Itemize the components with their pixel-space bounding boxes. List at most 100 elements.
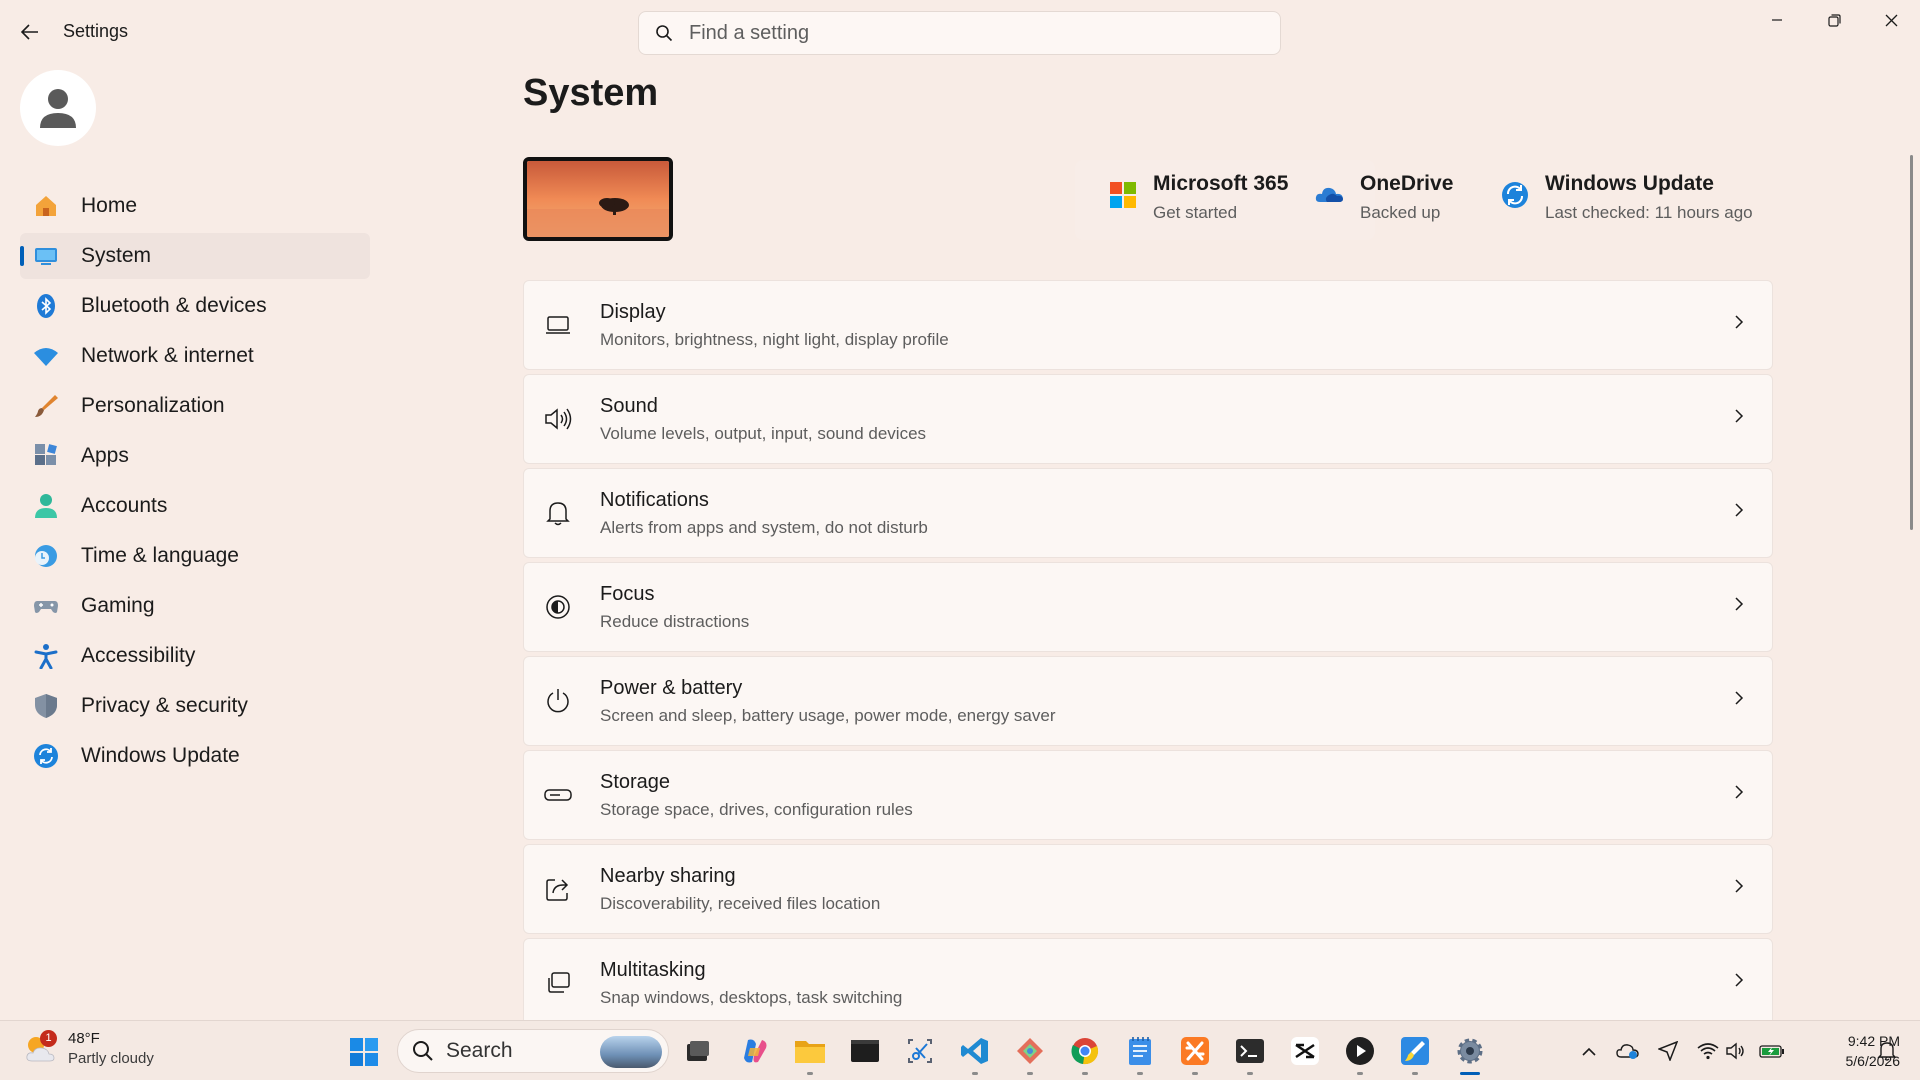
notepad-icon bbox=[1129, 1037, 1151, 1065]
setting-display[interactable]: Display Monitors, brightness, night light… bbox=[523, 280, 1773, 370]
sidebar-item-accounts[interactable]: Accounts bbox=[20, 483, 370, 529]
close-button[interactable] bbox=[1863, 0, 1919, 40]
sidebar-item-gaming[interactable]: Gaming bbox=[20, 583, 370, 629]
restore-button[interactable] bbox=[1806, 0, 1862, 40]
tray-notifications[interactable] bbox=[1874, 1039, 1900, 1063]
windows-update-icon bbox=[1502, 182, 1528, 208]
speaker-icon bbox=[544, 405, 572, 433]
apps-icon bbox=[33, 443, 59, 469]
taskbar-capcut[interactable] bbox=[1287, 1033, 1323, 1069]
start-button[interactable] bbox=[349, 1037, 379, 1067]
setting-focus[interactable]: Focus Reduce distractions bbox=[523, 562, 1773, 652]
taskbar-paint[interactable] bbox=[1397, 1033, 1433, 1075]
multitasking-icon bbox=[544, 969, 572, 997]
weather-widget[interactable]: 1 48°F Partly cloudy bbox=[22, 1029, 154, 1069]
sidebar-item-bluetooth[interactable]: Bluetooth & devices bbox=[20, 283, 370, 329]
setting-subtitle: Volume levels, output, input, sound devi… bbox=[600, 423, 927, 443]
chevron-right-icon bbox=[1735, 409, 1744, 423]
search-box[interactable] bbox=[638, 11, 1281, 55]
back-button[interactable] bbox=[18, 20, 42, 44]
taskbar-notepad[interactable] bbox=[1122, 1033, 1158, 1075]
sidebar-item-network[interactable]: Network & internet bbox=[20, 333, 370, 379]
notification-bell-icon bbox=[1877, 1042, 1897, 1061]
xampp-icon bbox=[1181, 1037, 1209, 1065]
onedrive-link[interactable]: OneDrive Backed up bbox=[1315, 172, 1453, 223]
sidebar-item-personalization[interactable]: Personalization bbox=[20, 383, 370, 429]
setting-title: Sound bbox=[600, 394, 658, 417]
taskbar-xampp[interactable] bbox=[1177, 1033, 1213, 1075]
settings-gear-icon bbox=[1457, 1038, 1483, 1064]
service-title: Windows Update bbox=[1545, 172, 1714, 195]
taskbar-settings[interactable] bbox=[1452, 1033, 1488, 1075]
media-player-icon bbox=[1346, 1037, 1374, 1065]
settings-list: Display Monitors, brightness, night light… bbox=[523, 280, 1773, 1032]
taskbar-chrome[interactable] bbox=[1067, 1033, 1103, 1075]
search-highlight-image bbox=[600, 1036, 662, 1068]
microsoft-365-link[interactable]: Microsoft 365 Get started bbox=[1108, 172, 1288, 223]
chevron-up-icon bbox=[1582, 1047, 1596, 1056]
chevron-right-icon bbox=[1735, 973, 1744, 987]
weather-badge: 1 bbox=[40, 1030, 57, 1047]
setting-subtitle: Storage space, drives, configuration rul… bbox=[600, 799, 913, 819]
storage-icon bbox=[544, 781, 572, 809]
bluetooth-icon bbox=[33, 293, 59, 319]
sidebar-item-time-language[interactable]: Time & language bbox=[20, 533, 370, 579]
wallpaper-image bbox=[527, 161, 669, 237]
sidebar-item-privacy[interactable]: Privacy & security bbox=[20, 683, 370, 729]
display-icon bbox=[544, 311, 572, 339]
setting-notifications[interactable]: Notifications Alerts from apps and system… bbox=[523, 468, 1773, 558]
page-title: System bbox=[523, 72, 659, 114]
battery-charging-icon bbox=[1759, 1045, 1784, 1058]
setting-title: Display bbox=[600, 300, 666, 323]
tray-battery[interactable] bbox=[1759, 1039, 1785, 1063]
taskbar-snipping-tool[interactable] bbox=[902, 1033, 938, 1069]
windows-logo-icon bbox=[350, 1038, 378, 1066]
chevron-right-icon bbox=[1735, 785, 1744, 799]
accessibility-icon bbox=[33, 643, 59, 669]
minimize-button[interactable] bbox=[1749, 0, 1805, 40]
home-icon bbox=[33, 193, 59, 219]
user-avatar[interactable] bbox=[20, 70, 96, 146]
tray-volume[interactable] bbox=[1723, 1039, 1749, 1063]
tray-wifi[interactable] bbox=[1695, 1039, 1721, 1063]
sidebar-item-home[interactable]: Home bbox=[20, 183, 370, 229]
taskbar-file-explorer[interactable] bbox=[792, 1033, 828, 1075]
setting-nearby-sharing[interactable]: Nearby sharing Discoverability, received … bbox=[523, 844, 1773, 934]
taskbar-vscode[interactable] bbox=[957, 1033, 993, 1075]
minimize-icon bbox=[1772, 19, 1782, 21]
sidebar-item-windows-update[interactable]: Windows Update bbox=[20, 733, 370, 779]
sidebar-item-apps[interactable]: Apps bbox=[20, 433, 370, 479]
taskbar-git-app[interactable] bbox=[1012, 1033, 1048, 1075]
tray-location[interactable] bbox=[1655, 1039, 1681, 1063]
show-hidden-icons-button[interactable] bbox=[1576, 1039, 1602, 1063]
shield-icon bbox=[33, 693, 59, 719]
taskbar-media-player[interactable] bbox=[1342, 1033, 1378, 1075]
capcut-icon bbox=[1291, 1037, 1319, 1065]
speaker-icon bbox=[1726, 1042, 1744, 1060]
taskbar-search[interactable]: Search bbox=[397, 1029, 669, 1073]
taskbar-windows-terminal[interactable] bbox=[1232, 1033, 1268, 1075]
share-icon bbox=[544, 875, 572, 903]
setting-storage[interactable]: Storage Storage space, drives, configurat… bbox=[523, 750, 1773, 840]
taskbar: 1 48°F Partly cloudy Search 9:42 PM 5/6/… bbox=[0, 1020, 1920, 1080]
chevron-right-icon bbox=[1735, 691, 1744, 705]
setting-title: Storage bbox=[600, 770, 671, 793]
vscode-icon bbox=[961, 1038, 988, 1064]
setting-subtitle: Monitors, brightness, night light, displ… bbox=[600, 329, 949, 349]
vertical-scrollbar[interactable] bbox=[1910, 155, 1913, 530]
sidebar-item-system[interactable]: System bbox=[20, 233, 370, 279]
taskbar-terminal-dark[interactable] bbox=[847, 1033, 883, 1069]
windows-update-link[interactable]: Windows Update Last checked: 11 hours ag… bbox=[1500, 172, 1753, 223]
taskbar-search-label: Search bbox=[446, 1039, 513, 1062]
setting-power-battery[interactable]: Power & battery Screen and sleep, battery… bbox=[523, 656, 1773, 746]
taskbar-copilot[interactable] bbox=[737, 1033, 773, 1069]
device-wallpaper-thumbnail[interactable] bbox=[523, 157, 673, 241]
search-input[interactable] bbox=[689, 21, 1249, 45]
setting-multitasking[interactable]: Multitasking Snap windows, desktops, task… bbox=[523, 938, 1773, 1028]
sidebar-item-accessibility[interactable]: Accessibility bbox=[20, 633, 370, 679]
setting-sound[interactable]: Sound Volume levels, output, input, sound… bbox=[523, 374, 1773, 464]
setting-title: Nearby sharing bbox=[600, 864, 736, 887]
tray-onedrive[interactable] bbox=[1615, 1039, 1641, 1063]
chevron-right-icon bbox=[1735, 315, 1744, 329]
taskbar-task-view[interactable] bbox=[680, 1033, 716, 1069]
